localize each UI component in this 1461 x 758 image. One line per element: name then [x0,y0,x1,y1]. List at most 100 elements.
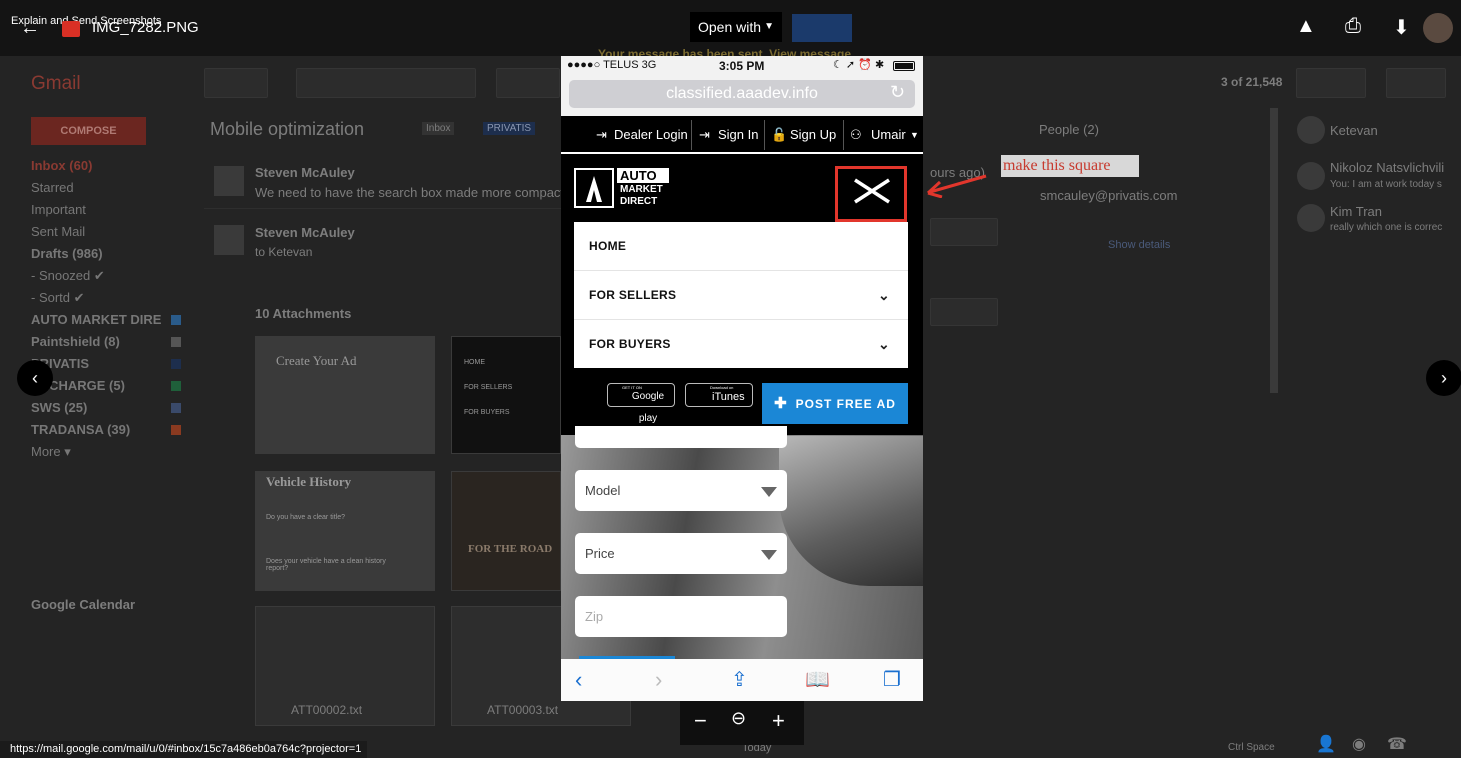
hangouts-user[interactable]: Ketevan [1330,123,1378,138]
add-to-drive-icon[interactable]: ▲ [1296,15,1316,38]
itunes-badge[interactable]: Download on iTunes [685,383,753,407]
attachment-file[interactable]: ATT00002.txt [255,606,435,726]
sidebar-item[interactable]: Drafts (986) [31,246,103,261]
post-ad-label: POST FREE AD [795,397,896,411]
menu-item-for-buyers[interactable]: FOR BUYERS ⌄ [574,320,908,369]
sidebar-item[interactable]: - Sortd ✔ [31,290,85,306]
forward-icon[interactable]: › [655,659,662,701]
sidebar-item[interactable]: Important [31,202,86,217]
avatar [214,225,244,255]
show-details-link[interactable]: Show details [1108,239,1170,251]
phone-icon[interactable]: ☎ [1387,734,1407,754]
avatar [1297,162,1325,190]
sidebar-item[interactable]: Inbox (60) [31,158,92,173]
attachment-thumbnail[interactable]: FOR THE ROAD [451,471,561,591]
price-select[interactable]: Price [575,533,787,574]
message-sender: Steven McAuley [255,165,355,180]
people-header: People (2) [1039,122,1099,137]
sidebar-item[interactable]: SWS (25) [31,400,87,415]
label-inbox[interactable]: Inbox [422,122,455,135]
sidebar-item[interactable]: AUTO MARKET DIRE [31,312,161,327]
sidebar-item[interactable]: Starred [31,180,74,195]
attachment-thumbnail[interactable]: Vehicle History Do you have a clear titl… [255,471,435,591]
toolbar-actions[interactable] [296,68,476,98]
chevron-down-icon: ⌄ [877,287,890,303]
tabs-icon[interactable]: ❐ [883,659,901,701]
person-icon[interactable]: 👤 [1316,734,1336,754]
message-snippet: We need to have the search box made more… [255,185,565,200]
thumbnail-question: Do you have a clear title? [266,514,345,521]
attachment-thumbnail[interactable]: Create Your Ad [255,336,435,454]
plus-icon: ✚ [774,395,788,412]
badge-text: iTunes [712,391,745,403]
zip-placeholder: Zip [585,609,604,624]
sidebar-item[interactable]: Paintshield (8) [31,334,120,349]
thumbnail-title: Create Your Ad [276,353,357,368]
next-image-button[interactable]: › [1426,360,1461,396]
menu-item-home[interactable]: HOME [574,222,908,271]
attachment-thumbnail[interactable]: HOME FOR SELLERS FOR BUYERS [451,336,561,454]
back-icon[interactable]: ‹ [575,659,582,701]
zoom-out-icon[interactable]: − [694,708,707,734]
sidebar-item[interactable]: TRADANSA (39) [31,422,130,437]
hangouts-icon[interactable]: ◉ [1352,734,1366,754]
chevron-down-icon: ⌄ [877,336,890,352]
zoom-controls: − ⊖ + [680,701,804,745]
chat-name[interactable]: Kim Tran [1330,204,1382,219]
sidebar-item[interactable]: Sent Mail [31,224,85,239]
print-icon[interactable]: ⎙ [1345,15,1361,38]
avatar [1297,116,1325,144]
dropdown-triangle-icon [761,550,777,560]
share-icon[interactable]: ⇪ [731,659,748,701]
sidebar-item[interactable]: - Snoozed ✔ [31,268,105,284]
post-free-ad-button[interactable]: ✚ POST FREE AD [762,383,908,424]
menu-item-for-sellers[interactable]: FOR SELLERS ⌄ [574,271,908,320]
sign-up-link[interactable]: Sign Up [790,116,836,154]
back-arrow-icon[interactable]: ← [20,17,40,40]
logo-word-direct: DIRECT [620,196,658,207]
reload-icon[interactable]: ↻ [890,82,905,103]
pager-buttons[interactable] [1296,68,1366,98]
compose-button[interactable]: COMPOSE [31,117,146,145]
settings-button[interactable] [1386,68,1446,98]
zip-input[interactable]: Zip [575,596,787,637]
auto-market-direct-logo[interactable]: AUTO MARKET DIRECT [574,168,670,208]
search-field-partial[interactable] [575,426,787,448]
back-button[interactable] [204,68,268,98]
open-with-label: Open with [698,19,762,35]
safari-toolbar: ‹ › ⇪ 📖 ❐ [561,659,923,701]
close-menu-icon[interactable] [853,178,891,209]
email-subject: Mobile optimization [210,119,365,139]
account-avatar[interactable] [1423,13,1453,43]
url-field[interactable]: classified.aaadev.info [569,80,915,108]
previous-image-button[interactable]: ‹ [17,360,53,396]
message-row[interactable]: Steven McAuley We need to have the searc… [204,154,564,209]
reply-button[interactable] [930,218,998,246]
model-select[interactable]: Model [575,470,787,511]
sign-in-icon: ⇥ [699,127,710,142]
sidebar-item[interactable]: More ▾ [31,444,71,460]
zoom-in-icon[interactable]: + [772,708,785,734]
people-email: smcauley@privatis.com [1040,188,1178,203]
sign-in-link[interactable]: Sign In [718,116,758,154]
bookmarks-icon[interactable]: 📖 [805,659,830,701]
labels-button[interactable] [496,68,560,98]
logo-mark [574,168,614,208]
scrollbar[interactable] [1270,108,1278,393]
attachment-filename: ATT00003.txt [487,703,559,717]
message-row[interactable]: Steven McAuley to Ketevan [204,213,564,268]
chat-name[interactable]: Nikoloz Natsvlichvili [1330,160,1444,175]
avatar [1297,204,1325,232]
file-name: IMG_7282.PNG [92,19,199,36]
label-privatis[interactable]: PRIVATIS [483,122,536,135]
download-all-button[interactable] [930,298,998,326]
unlock-icon: 🔓 [771,127,788,142]
search-button[interactable] [792,14,852,42]
google-play-badge[interactable]: GET IT ON Google play [607,383,675,424]
user-menu[interactable]: Umair [871,116,906,154]
dealer-login-link[interactable]: Dealer Login [614,116,688,154]
zoom-reset-icon[interactable]: ⊖ [731,708,746,729]
chat-snippet: really which one is correc [1330,222,1443,233]
open-with-button[interactable]: Open with ▼ [690,12,782,42]
download-icon[interactable]: ⬇ [1393,15,1410,40]
